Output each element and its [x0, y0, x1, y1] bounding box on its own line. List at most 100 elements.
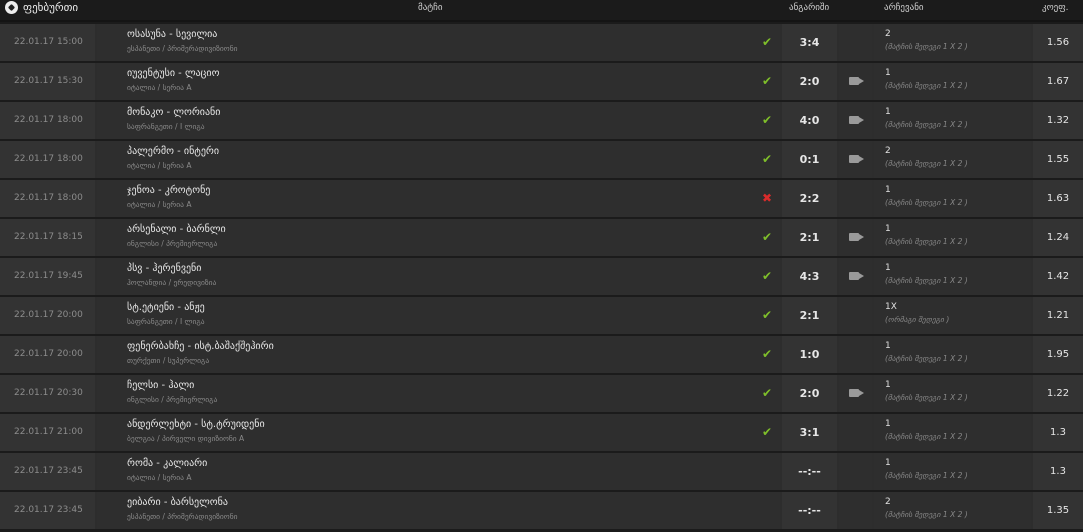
- pick-cell: 2 (მატჩის შედეგი 1 X 2 ): [874, 492, 1031, 529]
- match-date: 22.01.17 18:00: [0, 141, 95, 178]
- match-row[interactable]: 22.01.17 18:00 ჯენოა - კროტონე იტალია / …: [0, 180, 1083, 217]
- video-camera-icon[interactable]: [849, 155, 859, 163]
- pick-value: 1: [885, 185, 891, 195]
- pick-cell: 1 (მატჩის შედეგი 1 X 2 ): [874, 453, 1031, 490]
- match-row[interactable]: 22.01.17 18:00 პალერმო - ინტერი იტალია /…: [0, 141, 1083, 178]
- live-video-cell: [839, 492, 872, 529]
- pick-value: 1: [885, 107, 891, 117]
- match-event[interactable]: იუვენტუსი - ლაციო იტალია / სერია A ✔: [97, 63, 780, 100]
- match-score: --:--: [782, 453, 837, 490]
- video-camera-icon[interactable]: [849, 272, 859, 280]
- match-teams: ფენერბახჩე - ისტ.ბაშაქშეჰირი: [127, 341, 274, 352]
- odd-value: 1.3: [1033, 453, 1083, 490]
- match-league: ჰოლანდია / ერედივიზია: [127, 278, 217, 287]
- video-camera-icon[interactable]: [849, 77, 859, 85]
- pick-value: 1: [885, 224, 891, 234]
- match-league: იტალია / სერია A: [127, 473, 192, 482]
- odd-value: 1.24: [1033, 219, 1083, 256]
- cross-icon: ✖: [761, 191, 773, 205]
- match-event[interactable]: პალერმო - ინტერი იტალია / სერია A ✔: [97, 141, 780, 178]
- check-icon: ✔: [761, 74, 773, 88]
- match-league: ინგლისი / პრემიერლიგა: [127, 239, 218, 248]
- pick-column-header: არჩევანი: [884, 3, 924, 13]
- match-event[interactable]: მონაკო - ლორიანი საფრანგეთი / I ლიგა ✔: [97, 102, 780, 139]
- check-icon: ✔: [761, 35, 773, 49]
- match-event[interactable]: ოსასუნა - სევილია ესპანეთი / პრიმერადივი…: [97, 24, 780, 61]
- check-icon: ✔: [761, 347, 773, 361]
- soccer-ball-icon: [5, 1, 18, 14]
- match-row[interactable]: 22.01.17 18:00 მონაკო - ლორიანი საფრანგე…: [0, 102, 1083, 139]
- pick-cell: 2 (მატჩის შედეგი 1 X 2 ): [874, 24, 1031, 61]
- sport-heading[interactable]: ფეხბურთი: [5, 1, 78, 14]
- video-camera-icon[interactable]: [849, 233, 859, 241]
- pick-market: (მატჩის შედეგი 1 X 2 ): [885, 354, 968, 363]
- odd-value: 1.56: [1033, 24, 1083, 61]
- match-row[interactable]: 22.01.17 23:45 ეიბარი - ბარსელონა ესპანე…: [0, 492, 1083, 529]
- pick-value: 1: [885, 458, 891, 468]
- match-event[interactable]: ფენერბახჩე - ისტ.ბაშაქშეჰირი თურქეთი / ს…: [97, 336, 780, 373]
- pick-cell: 1 (მატჩის შედეგი 1 X 2 ): [874, 414, 1031, 451]
- match-row[interactable]: 22.01.17 20:00 ფენერბახჩე - ისტ.ბაშაქშეჰ…: [0, 336, 1083, 373]
- check-icon: ✔: [761, 113, 773, 127]
- match-league: საფრანგეთი / I ლიგა: [127, 122, 205, 131]
- odd-value: 1.3: [1033, 414, 1083, 451]
- match-row[interactable]: 22.01.17 20:30 ჩელსი - ჰალი ინგლისი / პრ…: [0, 375, 1083, 412]
- check-icon: ✔: [761, 230, 773, 244]
- match-score: 4:3: [782, 258, 837, 295]
- match-event[interactable]: ჩელსი - ჰალი ინგლისი / პრემიერლიგა ✔: [97, 375, 780, 412]
- match-row[interactable]: 22.01.17 15:00 ოსასუნა - სევილია ესპანეთ…: [0, 24, 1083, 61]
- pick-value: 1: [885, 341, 891, 351]
- match-league: საფრანგეთი / I ლიგა: [127, 317, 205, 326]
- match-league: ესპანეთი / პრიმერადივიზიონი: [127, 512, 238, 521]
- odd-value: 1.22: [1033, 375, 1083, 412]
- match-date: 22.01.17 15:00: [0, 24, 95, 61]
- odd-value: 1.32: [1033, 102, 1083, 139]
- pick-cell: 1 (მატჩის შედეგი 1 X 2 ): [874, 375, 1031, 412]
- video-camera-icon[interactable]: [849, 389, 859, 397]
- match-row[interactable]: 22.01.17 21:00 ანდერლეხტი - სტ.ტრუიდენი …: [0, 414, 1083, 451]
- odd-value: 1.67: [1033, 63, 1083, 100]
- match-event[interactable]: რომა - კალიარი იტალია / სერია A: [97, 453, 780, 490]
- match-row[interactable]: 22.01.17 20:00 სტ.ეტიენი - ანჟე საფრანგე…: [0, 297, 1083, 334]
- event-column-header: მატჩი: [418, 3, 443, 13]
- match-row[interactable]: 22.01.17 19:45 პსვ - ჰერენვენი ჰოლანდია …: [0, 258, 1083, 295]
- match-score: 3:4: [782, 24, 837, 61]
- pick-cell: 1X (ორმაგი შედეგი ): [874, 297, 1031, 334]
- match-teams: ჯენოა - კროტონე: [127, 185, 211, 196]
- match-event[interactable]: არსენალი - ბარნლი ინგლისი / პრემიერლიგა …: [97, 219, 780, 256]
- pick-cell: 1 (მატჩის შედეგი 1 X 2 ): [874, 102, 1031, 139]
- live-video-cell: [839, 180, 872, 217]
- match-date: 22.01.17 19:45: [0, 258, 95, 295]
- match-score: 2:1: [782, 297, 837, 334]
- match-event[interactable]: პსვ - ჰერენვენი ჰოლანდია / ერედივიზია ✔: [97, 258, 780, 295]
- match-score: 1:0: [782, 336, 837, 373]
- match-date: 22.01.17 23:45: [0, 492, 95, 529]
- pick-market: (ორმაგი შედეგი ): [885, 315, 950, 324]
- live-video-cell: [839, 375, 872, 412]
- live-video-cell: [839, 24, 872, 61]
- match-row[interactable]: 22.01.17 15:30 იუვენტუსი - ლაციო იტალია …: [0, 63, 1083, 100]
- pick-cell: 2 (მატჩის შედეგი 1 X 2 ): [874, 141, 1031, 178]
- pick-market: (მატჩის შედეგი 1 X 2 ): [885, 42, 968, 51]
- pick-cell: 1 (მატჩის შედეგი 1 X 2 ): [874, 63, 1031, 100]
- video-camera-icon[interactable]: [849, 116, 859, 124]
- pick-value: 2: [885, 146, 891, 156]
- match-row[interactable]: 22.01.17 18:15 არსენალი - ბარნლი ინგლისი…: [0, 219, 1083, 256]
- pick-value: 1: [885, 68, 891, 78]
- match-row[interactable]: 22.01.17 23:45 რომა - კალიარი იტალია / ს…: [0, 453, 1083, 490]
- match-score: 2:2: [782, 180, 837, 217]
- match-event[interactable]: სტ.ეტიენი - ანჟე საფრანგეთი / I ლიგა ✔: [97, 297, 780, 334]
- odd-column-header: კოეფ.: [1042, 3, 1069, 13]
- pick-market: (მატჩის შედეგი 1 X 2 ): [885, 81, 968, 90]
- match-event[interactable]: ჯენოა - კროტონე იტალია / სერია A ✖: [97, 180, 780, 217]
- match-teams: ჩელსი - ჰალი: [127, 380, 195, 391]
- live-video-cell: [839, 141, 872, 178]
- match-date: 22.01.17 21:00: [0, 414, 95, 451]
- pick-market: (მატჩის შედეგი 1 X 2 ): [885, 198, 968, 207]
- match-event[interactable]: ეიბარი - ბარსელონა ესპანეთი / პრიმერადივ…: [97, 492, 780, 529]
- match-date: 22.01.17 20:00: [0, 297, 95, 334]
- pick-market: (მატჩის შედეგი 1 X 2 ): [885, 393, 968, 402]
- match-event[interactable]: ანდერლეხტი - სტ.ტრუიდენი ბელგია / პირველ…: [97, 414, 780, 451]
- live-video-cell: [839, 297, 872, 334]
- match-score: 0:1: [782, 141, 837, 178]
